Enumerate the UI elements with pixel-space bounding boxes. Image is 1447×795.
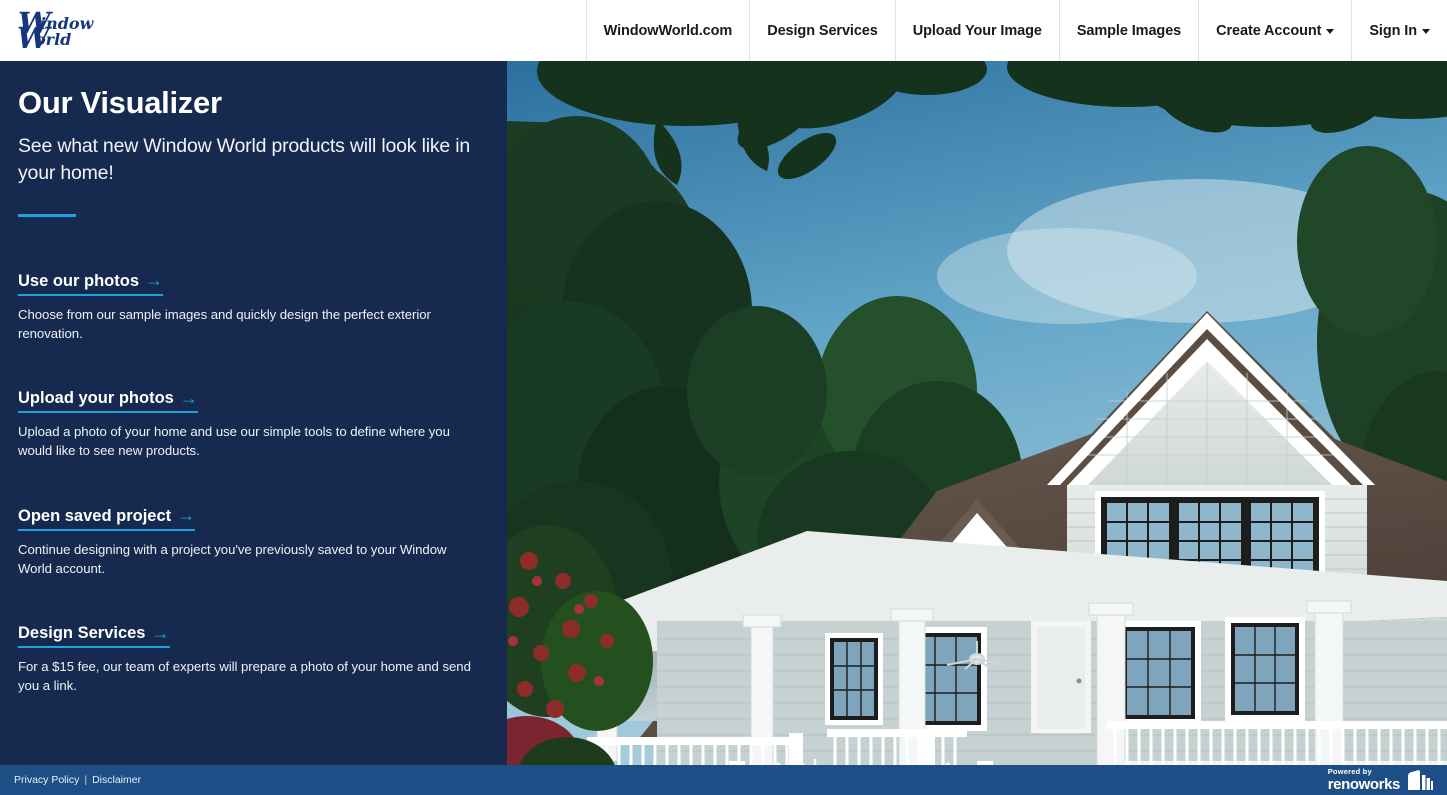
open-saved-project-link[interactable]: Open saved project → [18, 505, 196, 531]
nav-label: Sample Images [1076, 22, 1182, 39]
nav-label: Sign In [1369, 22, 1417, 39]
nav-item-windowworld-com[interactable]: WindowWorld.com [585, 0, 750, 61]
renoworks-wordmark: renoworks [1327, 775, 1401, 793]
nav-label: Design Services [767, 22, 878, 39]
hero-house-photo [507, 61, 1447, 765]
chevron-down-icon [1326, 29, 1335, 34]
link-block-open-saved-project: Open saved project → Continue designing … [18, 506, 477, 578]
link-label: Design Services [18, 624, 146, 643]
site-footer: Privacy Policy | Disclaimer Powered by r… [0, 765, 1447, 795]
arrow-right-icon: → [179, 387, 198, 408]
link-description: Continue designing with a project you've… [18, 541, 447, 576]
footer-separator: | [84, 774, 88, 786]
site-header: W indow orld W WindowWorld.com Design Se… [0, 0, 1447, 61]
renoworks-text: Powered by renoworks [1327, 767, 1401, 793]
main-navigation: WindowWorld.com Design Services Upload Y… [585, 0, 1447, 61]
renoworks-attribution[interactable]: Powered by renoworks [1328, 768, 1433, 792]
link-label: Upload your photos [18, 389, 174, 408]
house-exterior-illustration [507, 61, 1447, 765]
link-description: For a $15 fee, our team of experts will … [18, 658, 471, 694]
footer-legal-links: Privacy Policy | Disclaimer [14, 774, 141, 786]
privacy-policy-link[interactable]: Privacy Policy [14, 774, 79, 786]
action-links: Use our photos → Choose from our sample … [18, 271, 477, 696]
arrow-right-icon: → [145, 270, 164, 291]
nav-item-sign-in[interactable]: Sign In [1351, 0, 1447, 61]
nav-label: Create Account [1216, 22, 1322, 39]
use-our-photos-link[interactable]: Use our photos → [18, 270, 164, 296]
page-subtitle: See what new Window World products will … [18, 134, 471, 185]
link-label: Use our photos [18, 272, 140, 291]
link-description: Choose from our sample images and quickl… [18, 306, 431, 342]
window-world-logo-icon: W indow orld W [18, 7, 95, 55]
page-title: Our Visualizer [18, 85, 222, 120]
powered-by-label: Powered by [1327, 767, 1372, 777]
logo[interactable]: W indow orld W [0, 0, 586, 61]
disclaimer-link[interactable]: Disclaimer [92, 774, 141, 786]
upload-your-photos-link[interactable]: Upload your photos → [18, 387, 198, 414]
nav-item-create-account[interactable]: Create Account [1198, 0, 1351, 61]
link-block-use-our-photos: Use our photos → Choose from our sample … [18, 271, 477, 343]
nav-label: WindowWorld.com [603, 22, 733, 39]
link-block-design-services: Design Services → For a $15 fee, our tea… [18, 623, 477, 695]
arrow-right-icon: → [151, 622, 170, 643]
visualizer-page: W indow orld W WindowWorld.com Design Se… [0, 0, 1447, 795]
nav-item-design-services[interactable]: Design Services [749, 0, 895, 61]
link-label: Open saved project [18, 506, 172, 525]
nav-item-upload-your-image[interactable]: Upload Your Image [894, 0, 1059, 61]
link-block-upload-your-photos: Upload your photos → Upload a photo of y… [18, 388, 477, 460]
link-description: Upload a photo of your home and use our … [18, 424, 450, 459]
nav-item-sample-images[interactable]: Sample Images [1058, 0, 1198, 61]
arrow-right-icon: → [177, 505, 196, 526]
intro-panel: Our Visualizer See what new Window World… [0, 61, 507, 765]
design-services-link[interactable]: Design Services → [18, 623, 170, 648]
chevron-down-icon [1422, 29, 1430, 34]
renoworks-building-icon [1408, 770, 1433, 790]
svg-text:W: W [18, 21, 52, 55]
accent-divider [18, 214, 76, 218]
nav-label: Upload Your Image [912, 22, 1042, 39]
